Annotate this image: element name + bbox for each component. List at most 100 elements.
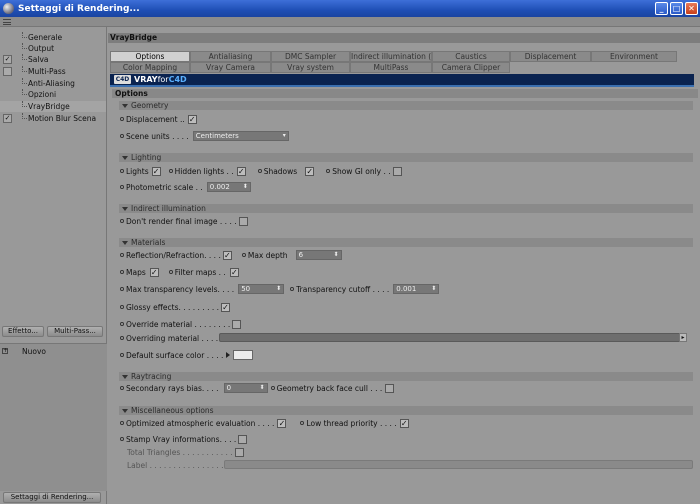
- transparency-cutoff-input[interactable]: 0.001 ⬍: [393, 284, 440, 294]
- glossy-checkbox[interactable]: ✓: [221, 302, 231, 312]
- hidden-lights-checkbox[interactable]: ✓: [236, 166, 246, 176]
- spinner-icon[interactable]: ⬍: [243, 183, 248, 191]
- close-icon[interactable]: ✕: [685, 2, 698, 15]
- app-icon: [3, 3, 14, 14]
- total-triangles-checkbox[interactable]: [234, 447, 244, 457]
- tab-displacement[interactable]: Displacement: [510, 51, 591, 62]
- photometric-scale-input[interactable]: 0.002 ⬍: [206, 182, 251, 192]
- window-titlebar: Settaggi di Rendering... _ □ ✕: [0, 0, 700, 17]
- window-title: Settaggi di Rendering...: [18, 3, 140, 14]
- spinner-icon[interactable]: ⬍: [276, 285, 281, 293]
- stamp-row: Stamp Vray informations. . . .: [120, 433, 248, 445]
- spinner-icon[interactable]: ⬍: [260, 384, 265, 392]
- minimize-icon[interactable]: _: [655, 2, 668, 15]
- maximize-icon[interactable]: □: [670, 2, 683, 15]
- enable-checkbox[interactable]: ✓: [3, 55, 12, 64]
- c4d-logo-icon: C4D: [114, 75, 131, 84]
- collapse-icon: [122, 104, 128, 108]
- expand-arrow-icon[interactable]: [226, 352, 231, 358]
- section-title: Options: [112, 89, 698, 98]
- sidebar-item-generale[interactable]: Generale: [0, 32, 106, 43]
- group-lighting[interactable]: Lighting: [119, 153, 693, 162]
- max-depth-input[interactable]: 6 ⬍: [295, 250, 342, 260]
- photometric-row: Photometric scale . . 0.002 ⬍: [120, 181, 251, 193]
- sidebar-item-output[interactable]: Output: [0, 43, 106, 54]
- collapse-icon: [122, 375, 128, 379]
- tab-antialiasing[interactable]: Antialiasing: [190, 51, 271, 62]
- secondary-bias-row: Secondary rays bias. . . . 0 ⬍ Geometry b…: [120, 382, 395, 394]
- default-surface-row: Default surface color . . . .: [120, 349, 254, 361]
- group-miscellaneous[interactable]: Miscellaneous options: [119, 406, 693, 415]
- expand-icon[interactable]: +: [2, 348, 8, 354]
- sidebar-item-multipass[interactable]: Multi-Pass: [0, 66, 106, 77]
- main-panel: VrayBridge Options Antialiasing DMC Samp…: [108, 27, 700, 504]
- effect-button[interactable]: Effetto...: [2, 326, 44, 337]
- label-input[interactable]: [224, 460, 693, 469]
- tab-color-mapping[interactable]: Color Mapping: [110, 62, 190, 73]
- list-item[interactable]: + Nuovo: [2, 346, 46, 356]
- show-gi-only-checkbox[interactable]: [392, 166, 402, 176]
- tab-options[interactable]: Options: [110, 51, 190, 62]
- displacement-row: Displacement .. ✓: [120, 113, 197, 125]
- filter-maps-checkbox[interactable]: ✓: [229, 267, 239, 277]
- sidebar-item-salva[interactable]: ✓ Salva: [0, 54, 106, 65]
- scene-units-select[interactable]: Centimeters ▾: [192, 131, 289, 141]
- overriding-material-row: Overriding material . . . . . . .: [120, 332, 233, 344]
- lights-row: Lights ✓ Hidden lights . . ✓ Shadows ✓ S…: [120, 165, 402, 177]
- dont-render-checkbox[interactable]: [238, 216, 248, 226]
- tab-multipass[interactable]: MultiPass: [350, 62, 432, 73]
- group-materials[interactable]: Materials: [119, 238, 693, 247]
- group-geometry[interactable]: Geometry: [119, 101, 693, 110]
- overriding-material-link[interactable]: ▸: [219, 333, 687, 342]
- brand-vray: VRAY: [134, 75, 158, 84]
- total-triangles-row: Total Triangles . . . . . . . . . . .: [127, 446, 244, 458]
- sidebar: Generale Output ✓ Salva Multi-Pass Anti-…: [0, 27, 107, 504]
- max-transparency-row: Max transparency levels. . . . 50 ⬍ Trans…: [120, 283, 440, 295]
- atmospheric-row: Optimized atmospheric evaluation . . . .…: [120, 417, 409, 429]
- surface-color-swatch[interactable]: [233, 350, 254, 360]
- render-settings-list: + Nuovo: [0, 343, 107, 491]
- enable-checkbox[interactable]: [3, 67, 12, 76]
- render-settings-button[interactable]: Settaggi di Rendering...: [3, 492, 101, 503]
- collapse-icon: [122, 207, 128, 211]
- collapse-icon: [122, 156, 128, 160]
- displacement-checkbox[interactable]: ✓: [187, 114, 197, 124]
- spinner-icon[interactable]: ⬍: [334, 251, 339, 259]
- tab-caustics[interactable]: Caustics: [432, 51, 510, 62]
- sidebar-item-antialiasing[interactable]: Anti-Aliasing: [0, 78, 106, 89]
- lights-checkbox[interactable]: ✓: [151, 166, 161, 176]
- max-transparency-input[interactable]: 50 ⬍: [238, 284, 285, 294]
- group-indirect-illumination[interactable]: Indirect illumination: [119, 204, 693, 213]
- stamp-checkbox[interactable]: [238, 434, 248, 444]
- maps-row: Maps ✓ Filter maps . . ✓: [120, 266, 239, 278]
- tab-indirect-illumination[interactable]: Indirect illumination (GI): [350, 51, 432, 62]
- group-raytracing[interactable]: Raytracing: [119, 372, 693, 381]
- banner-underline: [110, 85, 694, 87]
- enable-checkbox[interactable]: ✓: [3, 114, 12, 123]
- tab-environment[interactable]: Environment: [591, 51, 677, 62]
- maps-checkbox[interactable]: ✓: [149, 267, 159, 277]
- tab-dmc-sampler[interactable]: DMC Sampler: [271, 51, 350, 62]
- sidebar-item-motion-blur[interactable]: ✓ Motion Blur Scena: [0, 113, 106, 124]
- brand-for: for: [157, 75, 169, 84]
- menu-icon[interactable]: [3, 19, 11, 25]
- multipass-button[interactable]: Multi-Pass...: [47, 326, 103, 337]
- sidebar-item-vraybridge[interactable]: VrayBridge: [0, 101, 106, 112]
- tab-bar: Options Antialiasing DMC Sampler Indirec…: [110, 51, 698, 75]
- override-material-checkbox[interactable]: [232, 319, 242, 329]
- shadows-checkbox[interactable]: ✓: [305, 166, 315, 176]
- arrow-right-icon[interactable]: ▸: [679, 333, 687, 342]
- sidebar-item-opzioni[interactable]: Opzioni: [0, 89, 106, 100]
- atmospheric-checkbox[interactable]: ✓: [277, 418, 287, 428]
- low-thread-checkbox[interactable]: ✓: [399, 418, 409, 428]
- dropdown-icon: ▾: [282, 132, 286, 139]
- glossy-row: Glossy effects. . . . . . . . . ✓: [120, 301, 231, 313]
- secondary-bias-input[interactable]: 0 ⬍: [223, 383, 268, 393]
- backface-cull-checkbox[interactable]: [385, 383, 395, 393]
- tab-camera-clipper[interactable]: Camera Clipper: [432, 62, 510, 73]
- tab-vray-camera[interactable]: Vray Camera: [190, 62, 271, 73]
- reflection-checkbox[interactable]: ✓: [222, 250, 232, 260]
- spinner-icon[interactable]: ⬍: [431, 285, 436, 293]
- tab-vray-system[interactable]: Vray system: [271, 62, 350, 73]
- reflection-row: Reflection/Refraction. . . . ✓ Max depth…: [120, 249, 342, 261]
